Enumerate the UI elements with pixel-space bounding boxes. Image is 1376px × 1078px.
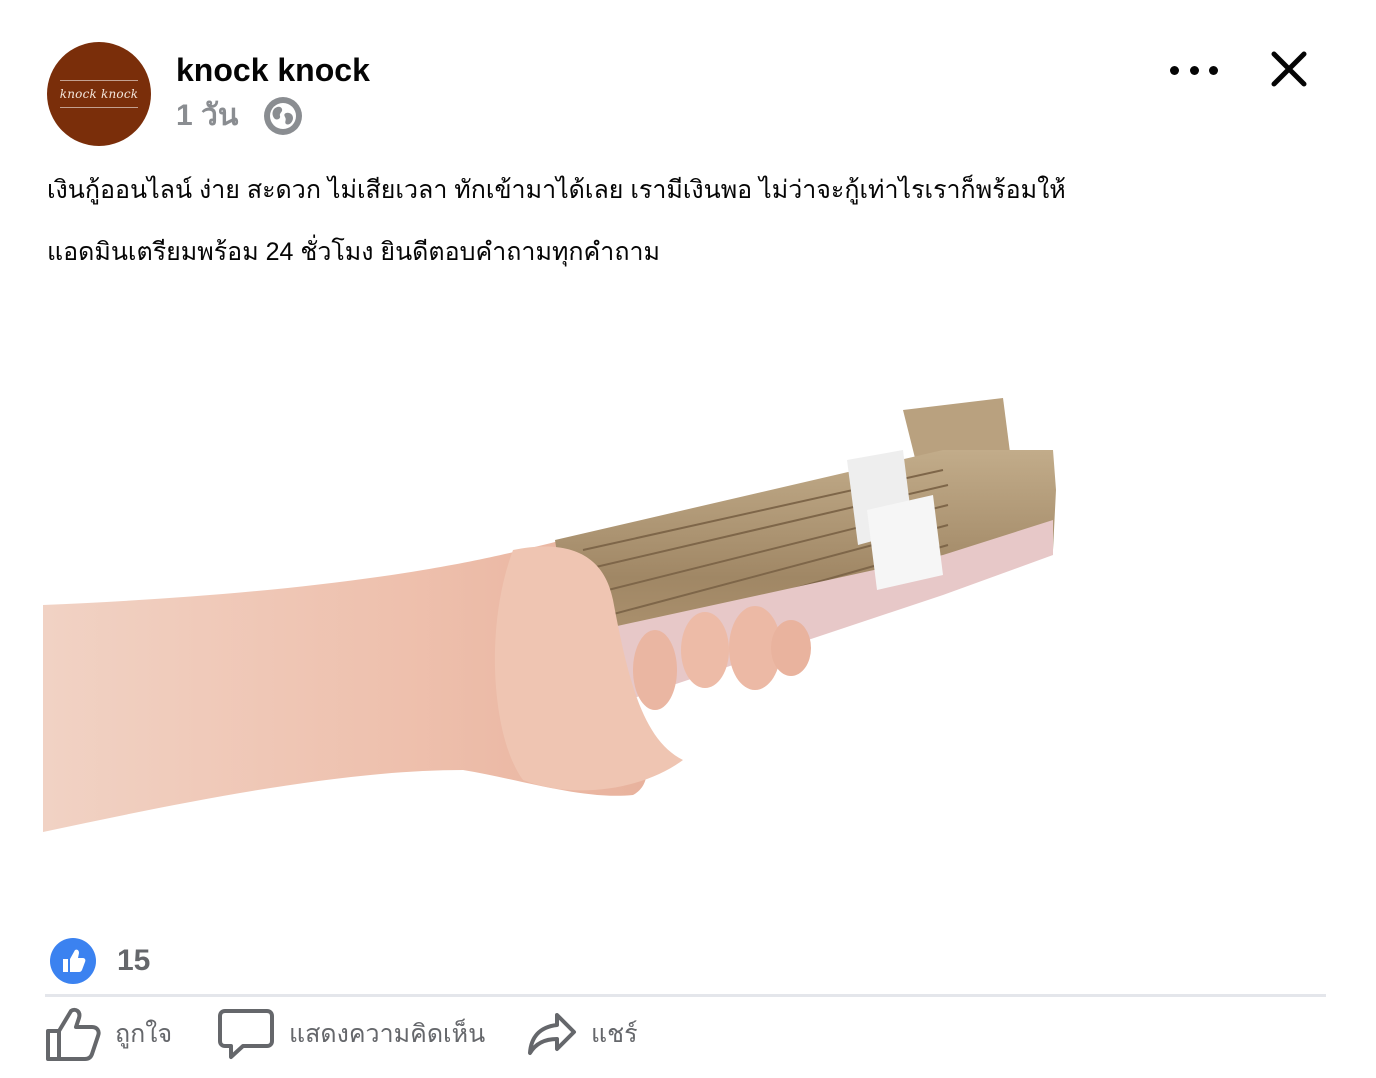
post-text-line: เงินกู้ออนไลน์ ง่าย สะดวก ไม่เสียเวลา ทั… bbox=[47, 176, 1066, 204]
like-reaction-icon bbox=[50, 938, 96, 984]
finger bbox=[771, 620, 811, 676]
like-label: ถูกใจ bbox=[115, 1020, 173, 1048]
more-dot bbox=[1189, 65, 1199, 75]
post-author-name[interactable]: knock knock bbox=[176, 52, 370, 89]
avatar-divider-bottom bbox=[60, 107, 138, 108]
more-dot bbox=[1170, 65, 1179, 75]
avatar-divider-top bbox=[60, 80, 138, 81]
reaction-count: 15 bbox=[117, 944, 151, 977]
finger bbox=[633, 630, 677, 710]
close-icon[interactable] bbox=[1268, 48, 1310, 90]
more-dot bbox=[1209, 65, 1218, 75]
paper-band bbox=[867, 495, 943, 590]
share-arrow-icon bbox=[528, 1013, 576, 1055]
thumbs-up-icon bbox=[46, 1007, 101, 1061]
divider bbox=[45, 994, 1326, 997]
comment-icon bbox=[218, 1009, 274, 1059]
share-button[interactable]: แชร์ bbox=[527, 1011, 667, 1057]
globe-icon bbox=[264, 96, 303, 135]
post-photo[interactable] bbox=[43, 300, 1333, 890]
share-label: แชร์ bbox=[591, 1020, 638, 1048]
post-card: knock knock knock knock 1 วัน เงินกู้ออน… bbox=[0, 0, 1376, 1078]
post-text-line: แอดมินเตรียมพร้อม 24 ชั่วโมง ยินดีตอบคำถ… bbox=[47, 238, 660, 266]
like-button[interactable]: ถูกใจ bbox=[45, 1005, 217, 1063]
comment-label: แสดงความคิดเห็น bbox=[289, 1020, 486, 1048]
reaction-summary[interactable]: 15 bbox=[49, 937, 150, 985]
finger bbox=[681, 612, 729, 688]
comment-button[interactable]: แสดงความคิดเห็น bbox=[217, 1007, 527, 1061]
avatar-logo-text: knock knock bbox=[59, 87, 139, 101]
more-options-icon[interactable] bbox=[1170, 56, 1218, 84]
action-bar: ถูกใจ แสดงความคิดเห็น แชร์ bbox=[45, 1004, 667, 1064]
post-meta: 1 วัน bbox=[176, 92, 304, 139]
post-timestamp[interactable]: 1 วัน bbox=[176, 92, 238, 139]
avatar[interactable]: knock knock bbox=[47, 42, 151, 146]
